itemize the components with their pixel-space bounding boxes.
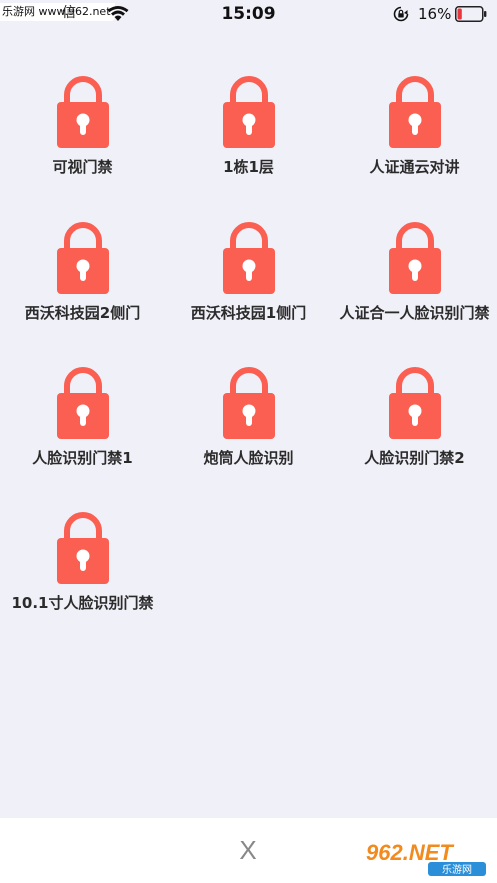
- close-button[interactable]: X: [228, 832, 268, 868]
- logo-subtext: 乐游网: [442, 863, 472, 876]
- door-tile-label: 可视门禁: [52, 158, 113, 176]
- lock-icon: [388, 222, 441, 294]
- battery-icon: [455, 6, 487, 22]
- status-bar: 乐游网 www.962.net 信 15:09 16%: [0, 0, 497, 30]
- lock-icon: [56, 222, 109, 294]
- door-tile[interactable]: 人证合一人脸识别门禁: [332, 208, 497, 348]
- logo-text: 962.NET: [366, 840, 454, 865]
- rotation-lock-icon: [393, 6, 409, 22]
- lock-icon: [388, 367, 441, 439]
- door-tile-label: 1栋1层: [223, 158, 274, 176]
- brand-logo: 962.NET 乐游网: [360, 838, 490, 876]
- door-tile-label: 人脸识别门禁1: [32, 449, 133, 467]
- lock-icon: [56, 367, 109, 439]
- door-tile[interactable]: 人证通云对讲: [332, 62, 497, 202]
- door-tile[interactable]: 1栋1层: [166, 62, 331, 202]
- door-tile-label: 人证合一人脸识别门禁: [339, 304, 490, 322]
- door-tile[interactable]: 西沃科技园2侧门: [0, 208, 165, 348]
- door-tile-label: 人脸识别门禁2: [364, 449, 465, 467]
- door-tile[interactable]: 人脸识别门禁1: [0, 353, 165, 493]
- door-tile[interactable]: 西沃科技园1侧门: [166, 208, 331, 348]
- battery-percent: 16%: [418, 5, 452, 23]
- door-tile[interactable]: 可视门禁: [0, 62, 165, 202]
- door-tile-label: 西沃科技园1侧门: [190, 304, 307, 322]
- lock-icon: [388, 76, 441, 148]
- door-tile-label: 人证通云对讲: [369, 158, 460, 176]
- lock-icon: [56, 76, 109, 148]
- door-tile-label: 西沃科技园2侧门: [24, 304, 141, 322]
- door-tile[interactable]: 人脸识别门禁2: [332, 353, 497, 493]
- lock-icon: [222, 367, 275, 439]
- lock-icon: [222, 222, 275, 294]
- door-tile-label: 10.1寸人脸识别门禁: [11, 594, 154, 612]
- door-tile[interactable]: 炮筒人脸识别: [166, 353, 331, 493]
- lock-icon: [56, 512, 109, 584]
- door-tile-label: 炮筒人脸识别: [203, 449, 294, 467]
- door-tile[interactable]: 10.1寸人脸识别门禁: [0, 498, 165, 638]
- lock-icon: [222, 76, 275, 148]
